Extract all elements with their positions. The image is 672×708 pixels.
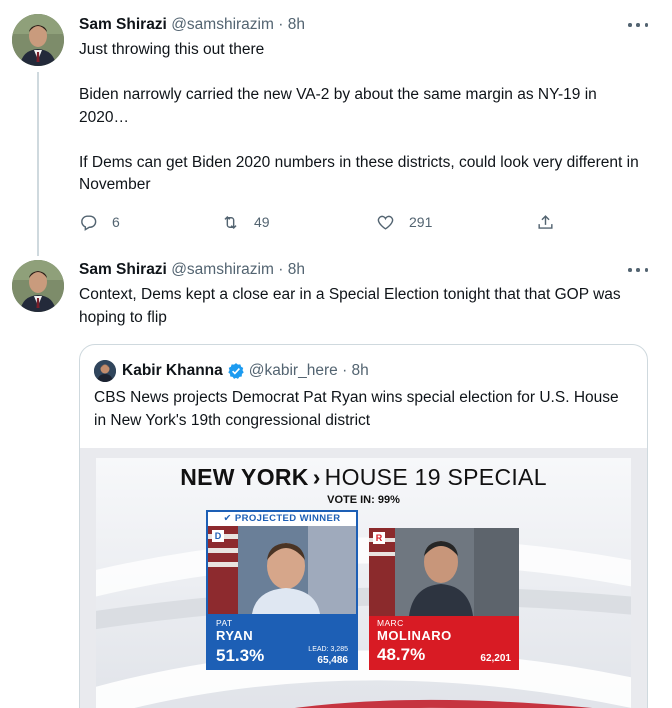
candidate-last-name: MOLINARO [377, 628, 452, 643]
graphic-state: NEW YORK [180, 464, 309, 490]
candidate-first-name: MARC [377, 618, 404, 628]
party-badge: R [373, 532, 385, 544]
graphic-chevron: › [312, 464, 321, 490]
avatar-photo-icon [12, 260, 64, 312]
tweet-header: Sam Shirazi @samshirazim · 8h [79, 260, 305, 280]
share-icon [538, 214, 553, 229]
like-button[interactable]: 291 [376, 211, 432, 233]
quote-header: Kabir Khanna @kabir_here · 8h [122, 360, 369, 382]
author-name[interactable]: Sam Shirazi [79, 16, 167, 33]
tweet-text: Just throwing this out there Biden narro… [79, 41, 639, 193]
separator: · [278, 261, 284, 278]
avatar[interactable] [12, 14, 64, 66]
election-graphic: NEW YORK › HOUSE 19 SPECIAL VOTE IN: 99% ✔… [96, 458, 631, 708]
candidate-card-dem: ✔ PROJECTED WINNER D PAT RYAN 51.3% LEAD… [206, 510, 358, 670]
vote-count: 62,201 [480, 653, 511, 664]
candidate-name: MARC MOLINARO [377, 618, 452, 643]
graphic-headline: NEW YORK › HOUSE 19 SPECIAL [96, 464, 631, 491]
thread-line [37, 72, 39, 256]
vote-percent: 51.3% [216, 646, 265, 665]
like-count: 291 [409, 214, 433, 230]
share-button[interactable] [536, 211, 555, 233]
avatar-photo-icon [12, 14, 64, 66]
candidate-photo-icon [208, 526, 356, 614]
projected-winner-label: ✔ PROJECTED WINNER [208, 512, 356, 526]
graphic-race: HOUSE 19 SPECIAL [324, 464, 547, 490]
quoted-tweet[interactable]: Kabir Khanna @kabir_here · 8h CBS News p… [79, 344, 648, 708]
candidate-photo-icon [369, 528, 519, 616]
more-icon[interactable] [628, 260, 648, 280]
author-handle[interactable]: @samshirazim [171, 261, 274, 278]
vote-percent: 48.7% [377, 645, 426, 664]
verified-badge-icon [228, 363, 244, 379]
reply-button[interactable]: 6 [79, 211, 120, 233]
author-handle[interactable]: @samshirazim [171, 16, 274, 33]
retweet-button[interactable]: 49 [221, 211, 270, 233]
party-badge: D [212, 530, 224, 542]
candidate-photo [208, 526, 356, 614]
tweet-actions: 6 49 291 [79, 211, 569, 233]
candidate-name: PAT RYAN [216, 618, 253, 643]
author-name[interactable]: Kabir Khanna [122, 360, 223, 382]
reply-icon [81, 214, 97, 231]
tweet-text: Context, Dems kept a close ear in a Spec… [79, 286, 625, 326]
more-icon[interactable] [628, 15, 648, 35]
candidate-card-rep: R MARC MOLINARO 48.7% 62,201 [369, 528, 519, 670]
avatar[interactable] [12, 260, 64, 312]
author-name[interactable]: Sam Shirazi [79, 261, 167, 278]
timestamp[interactable]: 8h [288, 16, 305, 33]
heart-icon [377, 215, 394, 230]
timestamp[interactable]: 8h [288, 261, 305, 278]
retweet-icon [224, 215, 237, 229]
vote-count: 65,486 [317, 655, 348, 666]
author-handle[interactable]: @kabir_here [249, 360, 338, 382]
avatar[interactable] [94, 360, 116, 382]
lead-margin: LEAD: 3,285 [308, 646, 348, 653]
tweet-header: Sam Shirazi @samshirazim · 8h [79, 15, 305, 35]
timestamp[interactable]: 8h [352, 360, 369, 382]
media-image[interactable]: NEW YORK › HOUSE 19 SPECIAL VOTE IN: 99% ✔… [80, 448, 647, 708]
avatar-photo-icon [94, 360, 116, 382]
candidate-first-name: PAT [216, 618, 233, 628]
retweet-count: 49 [254, 214, 270, 230]
reply-count: 6 [112, 214, 120, 230]
separator: · [278, 16, 284, 33]
candidate-last-name: RYAN [216, 628, 254, 643]
quote-text: CBS News projects Democrat Pat Ryan wins… [94, 389, 619, 429]
candidate-photo [369, 528, 519, 616]
separator: · [342, 362, 348, 379]
vote-in: VOTE IN: 99% [327, 494, 400, 506]
